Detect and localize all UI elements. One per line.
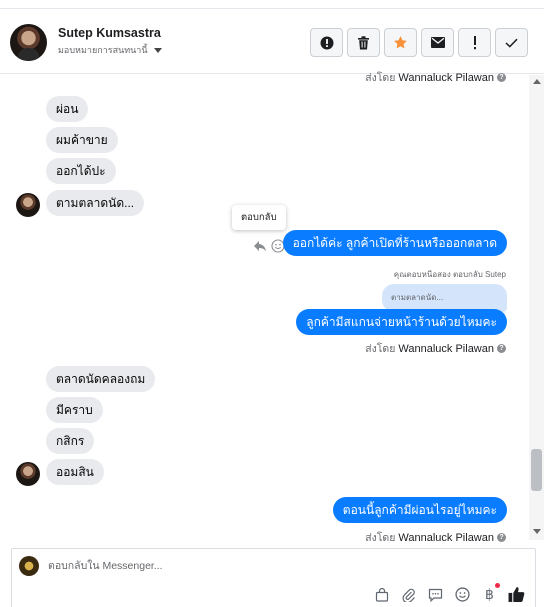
incoming-message[interactable]: ออกได้ปะ	[46, 158, 116, 184]
star-button[interactable]	[384, 28, 417, 57]
scroll-thumb[interactable]	[531, 449, 542, 491]
shop-bag-icon	[375, 587, 388, 602]
help-icon[interactable]: ?	[497, 344, 506, 353]
composer-toolbar: ฿	[373, 583, 525, 603]
star-icon	[394, 36, 407, 49]
contact-avatar-small[interactable]	[16, 462, 40, 486]
conversation-header: Sutep Kumsastra มอบหมายการสนทนานี้	[0, 8, 544, 74]
sent-by-prefix: ส่งโดย	[365, 343, 396, 355]
reply-note: คุณตอบหนีอสอง ตอบกลับ Sutep	[393, 270, 506, 279]
spam-button[interactable]	[310, 28, 343, 57]
page-avatar	[19, 556, 39, 576]
reply-icon[interactable]	[253, 239, 267, 253]
header-actions	[310, 28, 528, 57]
help-icon[interactable]: ?	[497, 533, 506, 542]
assign-conversation-dropdown[interactable]: มอบหมายการสนทนานี้	[58, 43, 162, 57]
delete-button[interactable]	[347, 28, 380, 57]
conversation-panel: Sutep Kumsastra มอบหมายการสนทนานี้ ส่งโด…	[0, 0, 544, 607]
reply-composer: ฿	[11, 548, 536, 607]
contact-avatar[interactable]	[10, 24, 47, 61]
sent-by-prefix: ส่งโดย	[365, 72, 396, 84]
contact-avatar-small[interactable]	[16, 193, 40, 217]
incoming-message[interactable]: ผ่อน	[46, 96, 89, 122]
incoming-message[interactable]: ออมสิน	[46, 459, 104, 485]
like-button[interactable]	[508, 586, 525, 603]
saved-replies-button[interactable]	[427, 586, 444, 603]
outgoing-message[interactable]: ตอนนี้ลูกค้ามีผ่อนไรอยู่ไหมคะ	[332, 497, 507, 523]
notification-dot	[495, 583, 500, 588]
envelope-icon	[430, 37, 445, 48]
saved-replies-icon	[428, 588, 443, 602]
outgoing-message[interactable]: ลูกค้ามีสแกนจ่ายหน้าร้านด้วยไหมคะ	[296, 309, 507, 335]
incoming-message[interactable]: กสิกร	[46, 428, 95, 454]
emoji-icon	[455, 587, 470, 602]
quoted-message[interactable]: ตามตลาดนัด...	[382, 284, 507, 312]
sender-name: Wannaluck Pilawan	[398, 531, 494, 544]
payment-button[interactable]: ฿	[481, 583, 500, 603]
reply-input[interactable]	[48, 557, 448, 575]
baht-icon: ฿	[485, 586, 494, 603]
sent-by-label: ส่งโดย Wannaluck Pilawan ?	[365, 69, 506, 86]
assign-label: มอบหมายการสนทนานี้	[58, 45, 148, 55]
thumbs-up-icon	[508, 587, 525, 602]
thread-scrollbar[interactable]	[529, 75, 544, 540]
caret-down-icon	[153, 47, 162, 53]
exclamation-icon	[473, 35, 476, 49]
scroll-down-arrow-icon[interactable]	[533, 529, 541, 534]
reply-tooltip: ตอบกลับ	[232, 205, 286, 230]
incoming-message[interactable]: ตลาดนัดคลองถม	[46, 366, 156, 392]
sent-by-label: ส่งโดย Wannaluck Pilawan ?	[365, 529, 506, 546]
contact-name[interactable]: Sutep Kumsastra	[58, 26, 161, 40]
outgoing-message[interactable]: ออกได้ค่ะ ลูกค้าเปิดที่ร้านหรือออกตลาด	[282, 230, 507, 256]
follow-up-button[interactable]	[458, 28, 491, 57]
shop-bag-button[interactable]	[373, 586, 390, 603]
done-button[interactable]	[495, 28, 528, 57]
sender-name: Wannaluck Pilawan	[398, 342, 494, 355]
trash-icon	[358, 35, 369, 49]
exclamation-circle-icon	[320, 36, 333, 49]
sent-by-label: ส่งโดย Wannaluck Pilawan ?	[365, 340, 506, 357]
sent-by-prefix: ส่งโดย	[365, 532, 396, 544]
incoming-message[interactable]: ผมค้าขาย	[46, 127, 118, 153]
paperclip-icon	[401, 588, 415, 602]
help-icon[interactable]: ?	[497, 73, 506, 82]
mark-unread-button[interactable]	[421, 28, 454, 57]
scroll-up-arrow-icon[interactable]	[533, 79, 541, 84]
emoji-button[interactable]	[454, 586, 471, 603]
sender-name: Wannaluck Pilawan	[398, 71, 494, 84]
check-icon	[505, 38, 518, 48]
attach-button[interactable]	[400, 586, 417, 603]
incoming-message[interactable]: ตามตลาดนัด...	[46, 190, 145, 216]
incoming-message[interactable]: มีคราบ	[46, 397, 103, 423]
